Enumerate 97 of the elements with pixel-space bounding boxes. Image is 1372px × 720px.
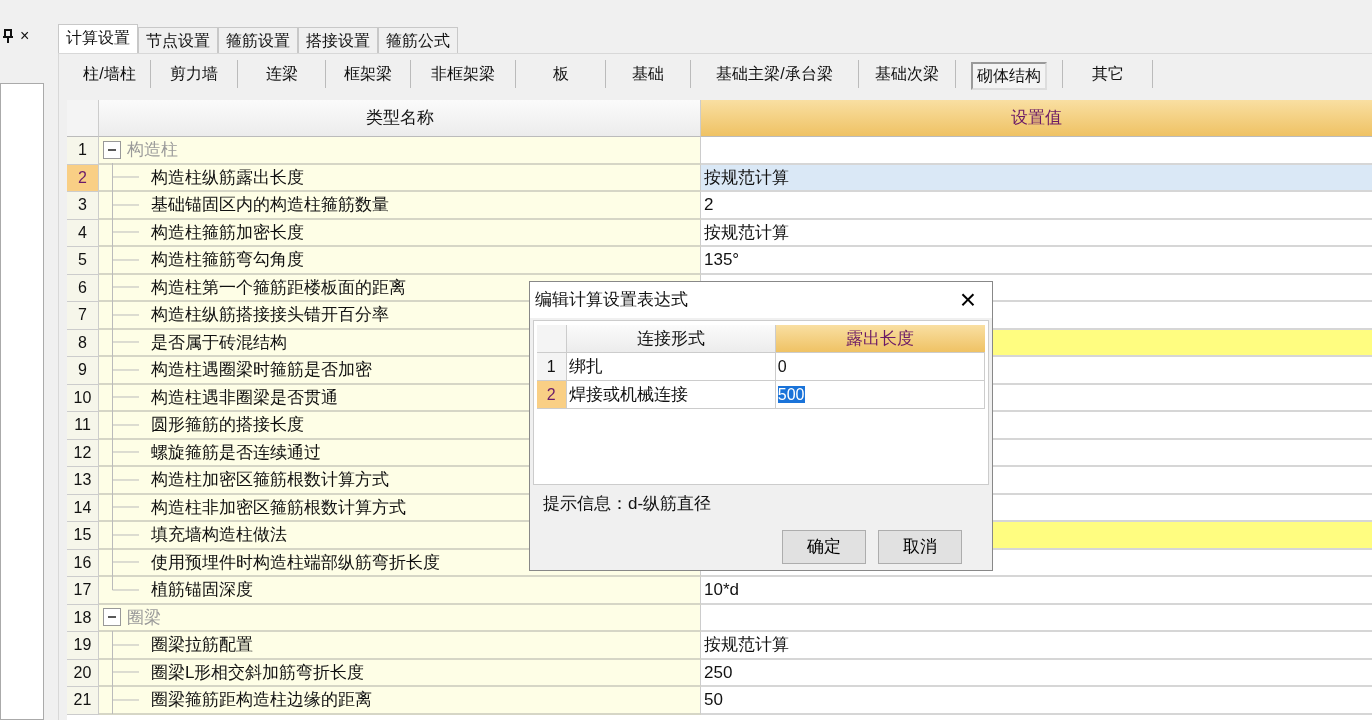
table-cell: 焊接或机械连接 (566, 381, 776, 409)
sub-tab[interactable]: 柱/墙柱 (79, 62, 140, 86)
setting-name: 圈梁L形相交斜加筋弯折长度 (151, 661, 365, 684)
row-number: 13 (67, 467, 99, 495)
tree-line (112, 300, 140, 329)
sub-tab[interactable]: 非框架梁 (427, 62, 499, 86)
tree-line (112, 355, 140, 384)
row-number: 12 (67, 439, 99, 467)
sub-tab[interactable]: 基础主梁/承台梁 (712, 62, 837, 86)
tree-line (112, 438, 140, 467)
tree-line (112, 685, 140, 714)
setting-name: 填充墙构造柱做法 (151, 524, 287, 546)
tree-line (112, 190, 140, 219)
sub-tab[interactable]: 连梁 (261, 62, 302, 86)
tree-line (112, 520, 140, 549)
tree-line (112, 465, 140, 494)
table-cell: 绑扎 (566, 353, 776, 381)
cancel-button[interactable]: 取消 (878, 530, 962, 564)
row-number: 2 (537, 381, 567, 409)
column-header: 露出长度 (775, 325, 985, 353)
setting-name: 圆形箍筋的搭接长度 (151, 414, 304, 436)
group-label: 构造柱 (127, 139, 178, 161)
row-number: 1 (67, 137, 99, 165)
tree-line (112, 273, 140, 302)
row-number: 10 (67, 384, 99, 412)
setting-name: 使用预埋件时构造柱端部纵筋弯折长度 (151, 551, 440, 574)
row-number: 2 (67, 164, 99, 192)
sub-tab[interactable]: 剪力墙 (166, 62, 222, 86)
sub-tab[interactable]: 基础 (628, 62, 668, 86)
row-number: 3 (67, 192, 99, 220)
row-number: 1 (537, 353, 567, 381)
setting-name: 构造柱非加密区箍筋根数计算方式 (151, 496, 406, 519)
setting-name: 构造柱加密区箍筋根数计算方式 (151, 469, 389, 491)
setting-name: 构造柱遇圈梁时箍筋是否加密 (151, 359, 372, 381)
row-number: 8 (67, 329, 99, 357)
setting-name: 构造柱箍筋弯勾角度 (151, 249, 304, 271)
column-header: 设置值 (701, 100, 1372, 137)
row-number: 15 (67, 522, 99, 550)
tree-line (112, 163, 140, 192)
pin-icon[interactable] (2, 29, 14, 43)
tree-line (112, 658, 140, 687)
tree-line (112, 328, 140, 357)
setting-name: 圈梁箍筋距构造柱边缘的距离 (151, 689, 372, 711)
row-number: 21 (67, 687, 99, 715)
tree-line (112, 218, 140, 247)
header-cell (537, 325, 567, 353)
tab[interactable]: 计算设置 (58, 24, 138, 53)
row-number: 16 (67, 549, 99, 577)
close-button[interactable]: × (20, 24, 30, 48)
row-number: 6 (67, 274, 99, 302)
sub-tab[interactable]: 框架梁 (340, 62, 396, 86)
tree-line (112, 245, 140, 274)
setting-value[interactable]: 按规范计算 (701, 164, 1372, 192)
tab[interactable]: 箍筋设置 (218, 27, 298, 53)
sub-tab[interactable]: 其它 (1087, 62, 1128, 86)
sub-tab[interactable]: 砌体结构 (971, 62, 1047, 90)
setting-name: 植筋锚固深度 (151, 579, 253, 601)
collapse-toggle[interactable] (103, 608, 121, 627)
tab[interactable]: 箍筋公式 (378, 27, 458, 53)
setting-name: 构造柱箍筋加密长度 (151, 221, 304, 244)
setting-name: 基础锚固区内的构造柱箍筋数量 (151, 194, 389, 216)
tree-line (112, 493, 140, 522)
column-header: 连接形式 (566, 325, 776, 353)
column-header: 类型名称 (99, 100, 701, 137)
row-number: 18 (67, 604, 99, 632)
setting-name: 螺旋箍筋是否连续通过 (151, 441, 321, 464)
row-number: 5 (67, 247, 99, 275)
sub-tab[interactable]: 板 (548, 62, 573, 86)
header-cell (67, 100, 99, 137)
setting-name: 构造柱第一个箍筋距楼板面的距离 (151, 276, 406, 299)
row-number: 14 (67, 494, 99, 522)
row-number: 4 (67, 219, 99, 247)
row-number: 9 (67, 357, 99, 385)
row-number: 11 (67, 412, 99, 440)
tab[interactable]: 搭接设置 (298, 27, 378, 53)
row-number: 20 (67, 659, 99, 687)
setting-name: 圈梁拉筋配置 (151, 634, 253, 656)
row-number: 19 (67, 632, 99, 660)
tab[interactable]: 节点设置 (138, 27, 218, 53)
selected-value[interactable]: 500 (777, 386, 805, 403)
close-button[interactable]: × (951, 286, 984, 314)
tree-line (112, 410, 140, 439)
setting-name: 是否属于砖混结构 (151, 331, 287, 354)
row-number: 7 (67, 302, 99, 330)
ok-button[interactable]: 确定 (782, 530, 866, 564)
row-number: 17 (67, 577, 99, 605)
setting-name: 构造柱遇非圈梁是否贯通 (151, 386, 338, 409)
dialog-title: 编辑计算设置表达式 (535, 289, 688, 312)
table-cell: 0 (777, 358, 787, 375)
hint-text: 提示信息：d-纵筋直径 (542, 493, 713, 515)
tree-line (112, 383, 140, 412)
group-label: 圈梁 (127, 606, 161, 629)
setting-name: 构造柱纵筋露出长度 (151, 166, 304, 189)
setting-name: 构造柱纵筋搭接接头错开百分率 (151, 304, 389, 326)
collapse-toggle[interactable] (103, 140, 121, 159)
tree-line (112, 630, 140, 659)
sub-tab[interactable]: 基础次梁 (871, 62, 943, 86)
